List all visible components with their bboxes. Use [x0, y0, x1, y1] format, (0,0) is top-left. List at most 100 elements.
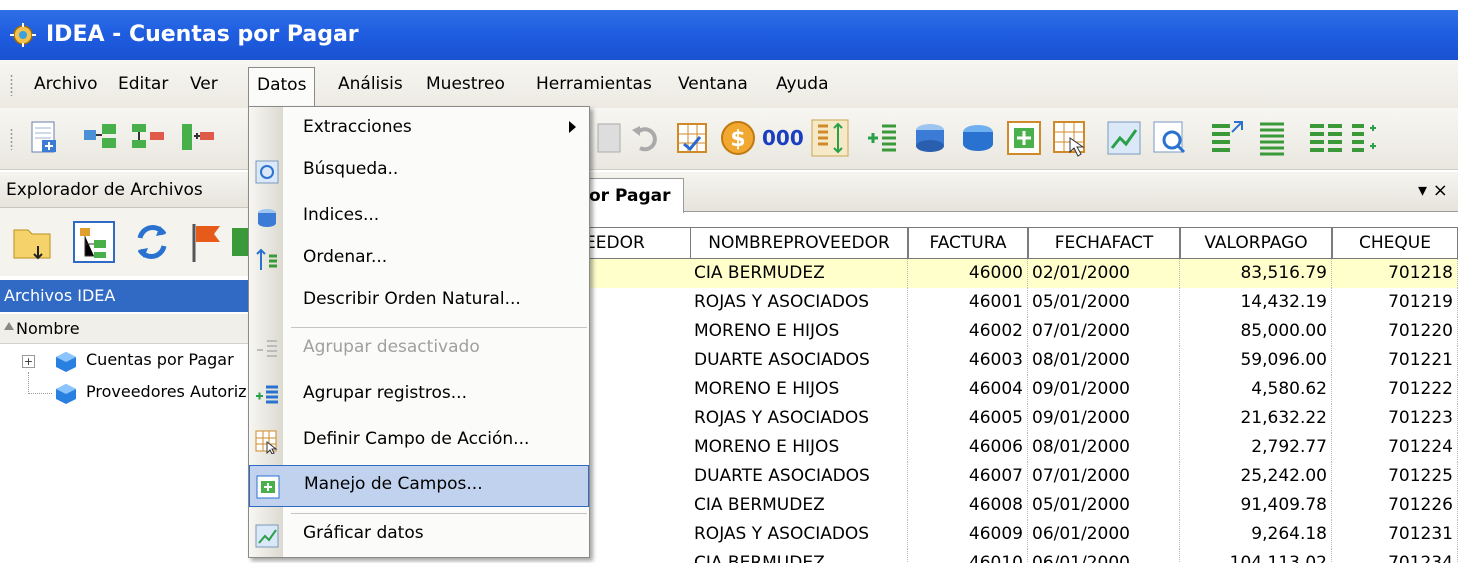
cell-cheque[interactable]: 701221 [1332, 346, 1458, 375]
cell-fechafact[interactable]: 05/01/2000 [1028, 288, 1180, 317]
menu-analisis[interactable]: Análisis [338, 74, 403, 94]
menu-ayuda[interactable]: Ayuda [776, 74, 829, 94]
cell-cheque[interactable]: 701219 [1332, 288, 1458, 317]
column-header-nombre[interactable]: Nombre [0, 314, 248, 344]
cell-valorpago[interactable]: 2,792.77 [1180, 433, 1332, 462]
paste-icon[interactable] [590, 118, 630, 158]
column-header-factura[interactable]: FACTURA [908, 227, 1028, 259]
cell-fechafact[interactable]: 02/01/2000 [1028, 259, 1180, 288]
cell-nombreproveedor[interactable]: MORENO E HIJOS [690, 433, 908, 462]
cell-fechafact[interactable]: 06/01/2000 [1028, 549, 1180, 563]
menu-ventana[interactable]: Ventana [678, 74, 748, 94]
menu-editar[interactable]: Editar [118, 74, 168, 94]
database-icon[interactable] [958, 118, 998, 158]
cell-valorpago[interactable]: 25,242.00 [1180, 462, 1332, 491]
cell-nombreproveedor[interactable]: DUARTE ASOCIADOS [690, 462, 908, 491]
database-icon[interactable] [232, 220, 248, 264]
export-icon[interactable] [1206, 118, 1246, 158]
refresh-icon[interactable] [130, 220, 174, 264]
undo-icon[interactable] [626, 118, 666, 158]
import-icon[interactable] [80, 118, 120, 158]
cell-valorpago[interactable]: 9,264.18 [1180, 520, 1332, 549]
cell-valorpago[interactable]: 4,580.62 [1180, 375, 1332, 404]
join-icon[interactable] [128, 118, 168, 158]
menu-grip[interactable] [10, 74, 13, 96]
menu-ver[interactable]: Ver [190, 74, 218, 94]
column-header-cheque[interactable]: CHEQUE [1332, 227, 1458, 259]
cell-cheque[interactable]: 701234 [1332, 549, 1458, 563]
cell-nombreproveedor[interactable]: ROJAS Y ASOCIADOS [690, 288, 908, 317]
cell-valorpago[interactable]: 85,000.00 [1180, 317, 1332, 346]
menu-archivo[interactable]: Archivo [34, 74, 98, 94]
open-folder-icon[interactable] [10, 220, 54, 264]
menu-item-manejo-campos[interactable]: Manejo de Campos... [249, 465, 589, 507]
toolbar-grip[interactable] [10, 128, 13, 150]
cell-fechafact[interactable]: 07/01/2000 [1028, 317, 1180, 346]
menu-muestreo[interactable]: Muestreo [426, 74, 505, 94]
cell-valorpago[interactable]: 21,632.22 [1180, 404, 1332, 433]
menu-item-definir-campo[interactable]: Definir Campo de Acción... [249, 421, 589, 463]
menu-item-graficar[interactable]: Gráficar datos [249, 515, 589, 557]
cell-factura[interactable]: 46007 [908, 462, 1028, 491]
menu-item-describir-orden[interactable]: Describir Orden Natural... [249, 281, 589, 323]
tree-item-proveedores[interactable]: Proveedores Autoriz [0, 372, 248, 408]
cell-nombreproveedor[interactable]: CIA BERMUDEZ [690, 549, 908, 563]
cell-nombreproveedor[interactable]: CIA BERMUDEZ [690, 259, 908, 288]
cell-factura[interactable]: 46006 [908, 433, 1028, 462]
cell-factura[interactable]: 46005 [908, 404, 1028, 433]
cell-factura[interactable]: 46004 [908, 375, 1028, 404]
column-header-valorpago[interactable]: VALORPAGO [1180, 227, 1332, 259]
menu-item-indices[interactable]: Indices... [249, 197, 589, 239]
cell-factura[interactable]: 46009 [908, 520, 1028, 549]
cell-factura[interactable]: 46003 [908, 346, 1028, 375]
cell-factura[interactable]: 46002 [908, 317, 1028, 346]
tree-view-icon[interactable] [72, 220, 116, 264]
cell-fechafact[interactable]: 08/01/2000 [1028, 346, 1180, 375]
cell-nombreproveedor[interactable]: MORENO E HIJOS [690, 317, 908, 346]
cell-fechafact[interactable]: 08/01/2000 [1028, 433, 1180, 462]
menu-item-extracciones[interactable]: Extracciones [249, 109, 589, 151]
column-header-proveedor[interactable]: EEDOR [580, 227, 692, 259]
menu-item-busqueda[interactable]: Búsqueda.. [249, 151, 589, 193]
number-format-icon[interactable]: 000 [762, 126, 808, 166]
group-icon[interactable] [1348, 118, 1388, 158]
append-icon[interactable] [178, 118, 218, 158]
cell-fechafact[interactable]: 09/01/2000 [1028, 375, 1180, 404]
cell-cheque[interactable]: 701218 [1332, 259, 1458, 288]
cell-nombreproveedor[interactable]: DUARTE ASOCIADOS [690, 346, 908, 375]
menu-item-ordenar[interactable]: Ordenar... [249, 239, 589, 281]
cell-valorpago[interactable]: 14,432.19 [1180, 288, 1332, 317]
cell-fechafact[interactable]: 07/01/2000 [1028, 462, 1180, 491]
cell-nombreproveedor[interactable]: ROJAS Y ASOCIADOS [690, 404, 908, 433]
cell-factura[interactable]: 46010 [908, 549, 1028, 563]
chart-icon[interactable] [1104, 118, 1144, 158]
cell-fechafact[interactable]: 06/01/2000 [1028, 520, 1180, 549]
menu-datos[interactable]: Datos [248, 67, 316, 108]
cell-nombreproveedor[interactable]: CIA BERMUDEZ [690, 491, 908, 520]
flag-icon[interactable] [184, 220, 228, 264]
add-field-icon[interactable] [1004, 118, 1044, 158]
column-header-nombreproveedor[interactable]: NOMBREPROVEEDOR [690, 227, 908, 259]
cell-cheque[interactable]: 701224 [1332, 433, 1458, 462]
cell-valorpago[interactable]: 104,113.02 [1180, 549, 1332, 563]
cell-valorpago[interactable]: 59,096.00 [1180, 346, 1332, 375]
column-header-fechafact[interactable]: FECHAFACT [1028, 227, 1180, 259]
cell-fechafact[interactable]: 05/01/2000 [1028, 491, 1180, 520]
report-icon[interactable] [1150, 118, 1190, 158]
action-field-icon[interactable] [1050, 118, 1090, 158]
add-group-icon[interactable] [862, 118, 902, 158]
menu-item-agrupar-registros[interactable]: Agrupar registros... [249, 375, 589, 417]
cell-cheque[interactable]: 701222 [1332, 375, 1458, 404]
cell-fechafact[interactable]: 09/01/2000 [1028, 404, 1180, 433]
cell-cheque[interactable]: 701220 [1332, 317, 1458, 346]
index-icon[interactable] [910, 118, 950, 158]
cell-cheque[interactable]: 701231 [1332, 520, 1458, 549]
list-icon[interactable] [1252, 118, 1292, 158]
expand-icon[interactable]: + [22, 355, 35, 368]
cell-factura[interactable]: 46001 [908, 288, 1028, 317]
cell-valorpago[interactable]: 91,409.78 [1180, 491, 1332, 520]
cell-cheque[interactable]: 701225 [1332, 462, 1458, 491]
cell-nombreproveedor[interactable]: ROJAS Y ASOCIADOS [690, 520, 908, 549]
tab-cuentas-por-pagar[interactable]: or Pagar [584, 178, 684, 213]
cell-factura[interactable]: 46008 [908, 491, 1028, 520]
